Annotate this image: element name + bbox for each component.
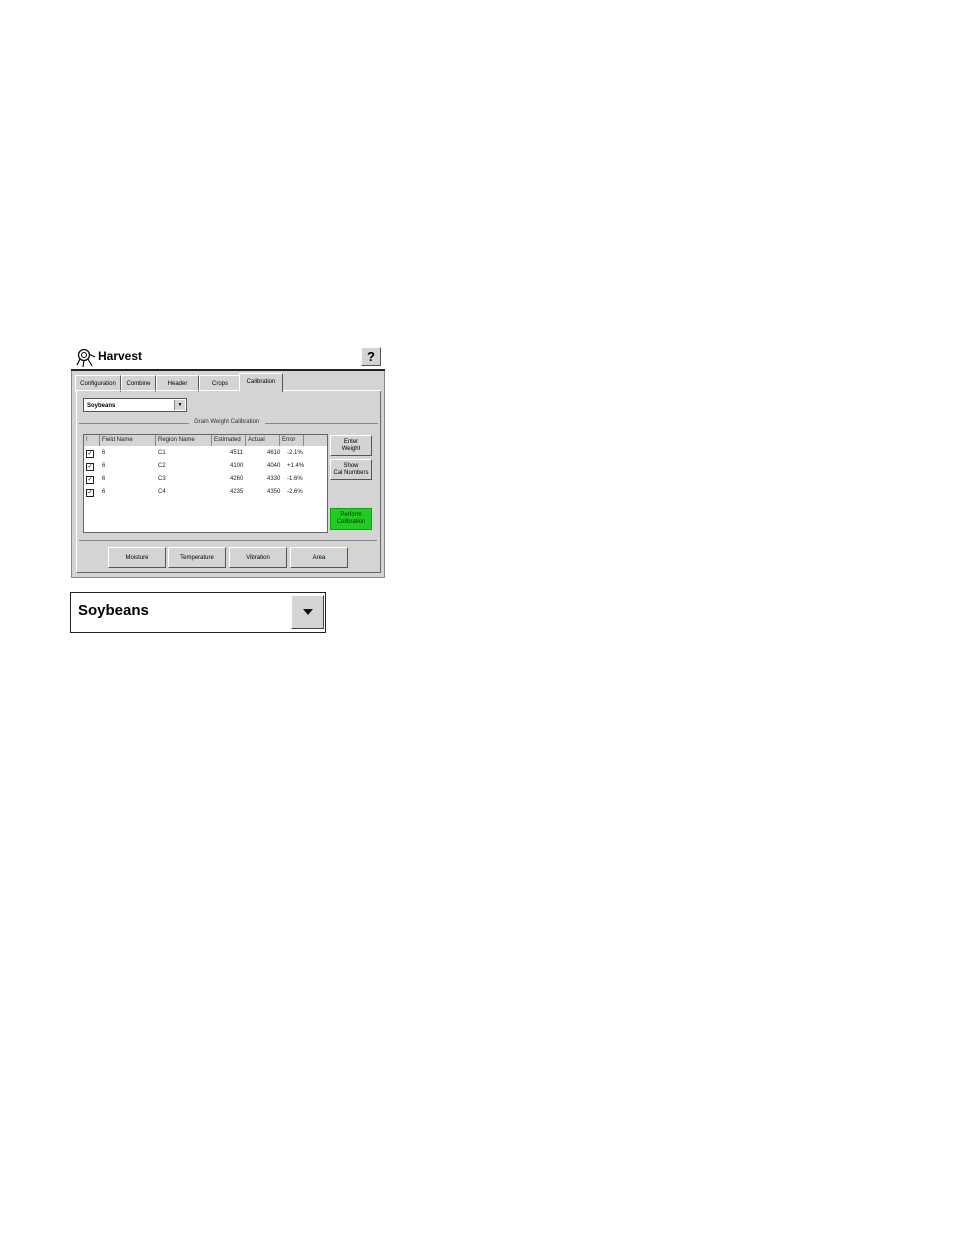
cell-estimated: 4100 — [230, 463, 244, 469]
row-checkbox[interactable]: ✓ — [86, 463, 94, 471]
cell-region: C1 — [158, 450, 166, 456]
show-cal-line2: Cal Numbers — [333, 469, 369, 476]
cell-actual: 4040 — [267, 463, 281, 469]
row-checkbox[interactable]: ✓ — [86, 450, 94, 458]
column-header-actual[interactable]: Actual — [246, 435, 280, 446]
cell-actual: 4350 — [267, 489, 281, 495]
dropdown-arrow-button[interactable] — [291, 595, 324, 629]
table-header: ! Field Name Region Name Estimated Actua… — [84, 435, 327, 446]
cell-actual: 4610 — [267, 450, 281, 456]
crop-select-value: Soybeans — [87, 403, 116, 409]
cell-region: C3 — [158, 476, 166, 482]
cell-estimated: 4260 — [230, 476, 244, 482]
temperature-button[interactable]: Temperature — [168, 547, 226, 568]
title-bar: Harvest ? — [71, 345, 385, 369]
group-divider-right — [265, 423, 378, 424]
harvest-window: Harvest ? Configuration Combine Header C… — [71, 345, 385, 578]
cell-estimated: 4511 — [230, 450, 243, 456]
perform-line2: Calibration — [336, 519, 366, 525]
table-row[interactable]: ✓ 6 C3 4260 4330 -1.6% — [84, 473, 327, 485]
enter-weight-button[interactable]: Enter Weight — [330, 435, 372, 456]
row-checkbox[interactable]: ✓ — [86, 476, 94, 484]
perform-calibration-button[interactable]: Perform Calibration — [330, 508, 372, 530]
help-button[interactable]: ? — [361, 347, 381, 366]
cell-region: C4 — [158, 489, 166, 495]
chevron-down-icon — [303, 609, 313, 615]
column-header-spacer — [304, 435, 327, 446]
bottom-divider — [79, 540, 377, 541]
perform-line1: Perform — [340, 512, 362, 518]
calibration-panel: Soybeans ▼ Grain Weight Calibration ! Fi… — [76, 391, 381, 573]
column-header-region[interactable]: Region Name — [156, 435, 212, 446]
cell-field: 6 — [102, 450, 106, 456]
show-cal-line1: Show — [343, 462, 359, 469]
moisture-button[interactable]: Moisture — [108, 547, 166, 568]
tab-calibration[interactable]: Calibration — [239, 373, 283, 392]
calibration-table: ! Field Name Region Name Estimated Actua… — [83, 434, 328, 533]
cell-field: 6 — [102, 489, 106, 495]
window-body: Configuration Combine Header Crops Calib… — [71, 371, 385, 578]
crop-select-zoom[interactable]: Soybeans — [70, 592, 326, 633]
cell-actual: 4330 — [267, 476, 281, 482]
table-row[interactable]: ✓ 6 C4 4235 4350 -2.6% — [84, 486, 327, 498]
cell-error: -2.6% — [287, 489, 303, 495]
cell-field: 6 — [102, 463, 106, 469]
vibration-button[interactable]: Vibration — [229, 547, 287, 568]
column-header-error[interactable]: Error — [280, 435, 304, 446]
show-cal-numbers-button[interactable]: Show Cal Numbers — [330, 459, 372, 480]
group-title: Grain Weight Calibration — [192, 419, 262, 425]
cell-error: -1.6% — [287, 476, 303, 482]
row-checkbox[interactable]: ✓ — [86, 489, 94, 497]
table-row[interactable]: ✓ 6 C1 4511 4610 -2.1% — [84, 447, 327, 459]
cell-field: 6 — [102, 476, 106, 482]
cell-error: -2.1% — [287, 450, 303, 456]
column-header-flag[interactable]: ! — [84, 435, 100, 446]
column-header-estimated[interactable]: Estimated — [212, 435, 246, 446]
zoom-crop-value: Soybeans — [78, 602, 149, 619]
cell-region: C2 — [158, 463, 166, 469]
enter-weight-line1: Enter — [343, 438, 359, 445]
cell-error: +1.4% — [287, 463, 305, 469]
window-title: Harvest — [98, 349, 143, 363]
chevron-down-icon[interactable]: ▼ — [174, 400, 185, 410]
column-header-field[interactable]: Field Name — [100, 435, 156, 446]
area-button[interactable]: Area — [290, 547, 348, 568]
enter-weight-line2: Weight — [341, 445, 361, 452]
harvest-icon — [76, 348, 96, 368]
cell-estimated: 4235 — [230, 489, 244, 495]
crop-select[interactable]: Soybeans ▼ — [83, 398, 187, 412]
table-row[interactable]: ✓ 6 C2 4100 4040 +1.4% — [84, 460, 327, 472]
group-divider-left — [79, 423, 189, 424]
